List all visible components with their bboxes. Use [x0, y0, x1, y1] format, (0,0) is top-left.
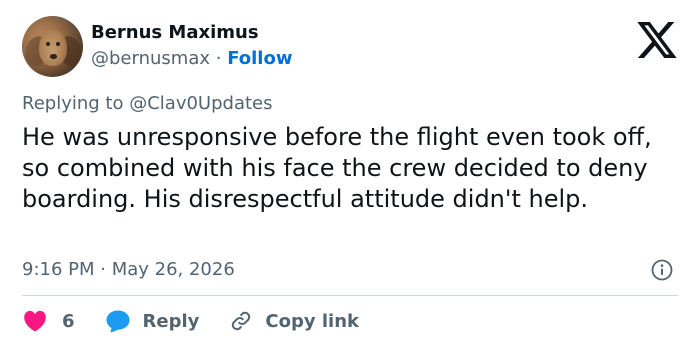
link-icon: [232, 311, 251, 331]
tweet-text: He was unresponsive before the flight ev…: [22, 123, 652, 213]
avatar-shade: [22, 16, 83, 77]
like-count: 6: [62, 310, 75, 332]
info-icon[interactable]: [651, 259, 673, 281]
like-button[interactable]: 6: [22, 309, 75, 333]
reply-label: Reply: [142, 310, 200, 332]
tweet-timestamp[interactable]: 9:16 PM · May 26, 2026: [22, 259, 235, 281]
copy-link-label: Copy link: [265, 310, 359, 332]
separator-dot: ·: [215, 48, 222, 69]
reply-button[interactable]: Reply: [105, 309, 200, 333]
handle-separator: ·: [216, 48, 227, 69]
avatar[interactable]: [22, 16, 83, 77]
author-handle[interactable]: @bernusmax: [91, 48, 210, 69]
replying-to: Replying to @Clav0Updates: [22, 93, 273, 115]
x-logo-icon[interactable]: [637, 22, 677, 58]
heart-icon: [24, 310, 46, 332]
replying-to-label: Replying to: [22, 93, 124, 114]
author-name[interactable]: Bernus Maximus: [91, 22, 259, 44]
reply-bubble-icon: [106, 310, 130, 333]
tweet-card: Bernus Maximus @bernusmax · Follow Reply…: [0, 0, 700, 348]
divider: [22, 295, 678, 296]
follow-button[interactable]: Follow: [227, 48, 292, 69]
action-bar: 6 Reply Copy link: [22, 308, 359, 334]
replying-to-mention[interactable]: @Clav0Updates: [129, 93, 272, 114]
copy-link-button[interactable]: Copy link: [229, 309, 359, 333]
author-handle-row: @bernusmax · Follow: [91, 48, 292, 70]
